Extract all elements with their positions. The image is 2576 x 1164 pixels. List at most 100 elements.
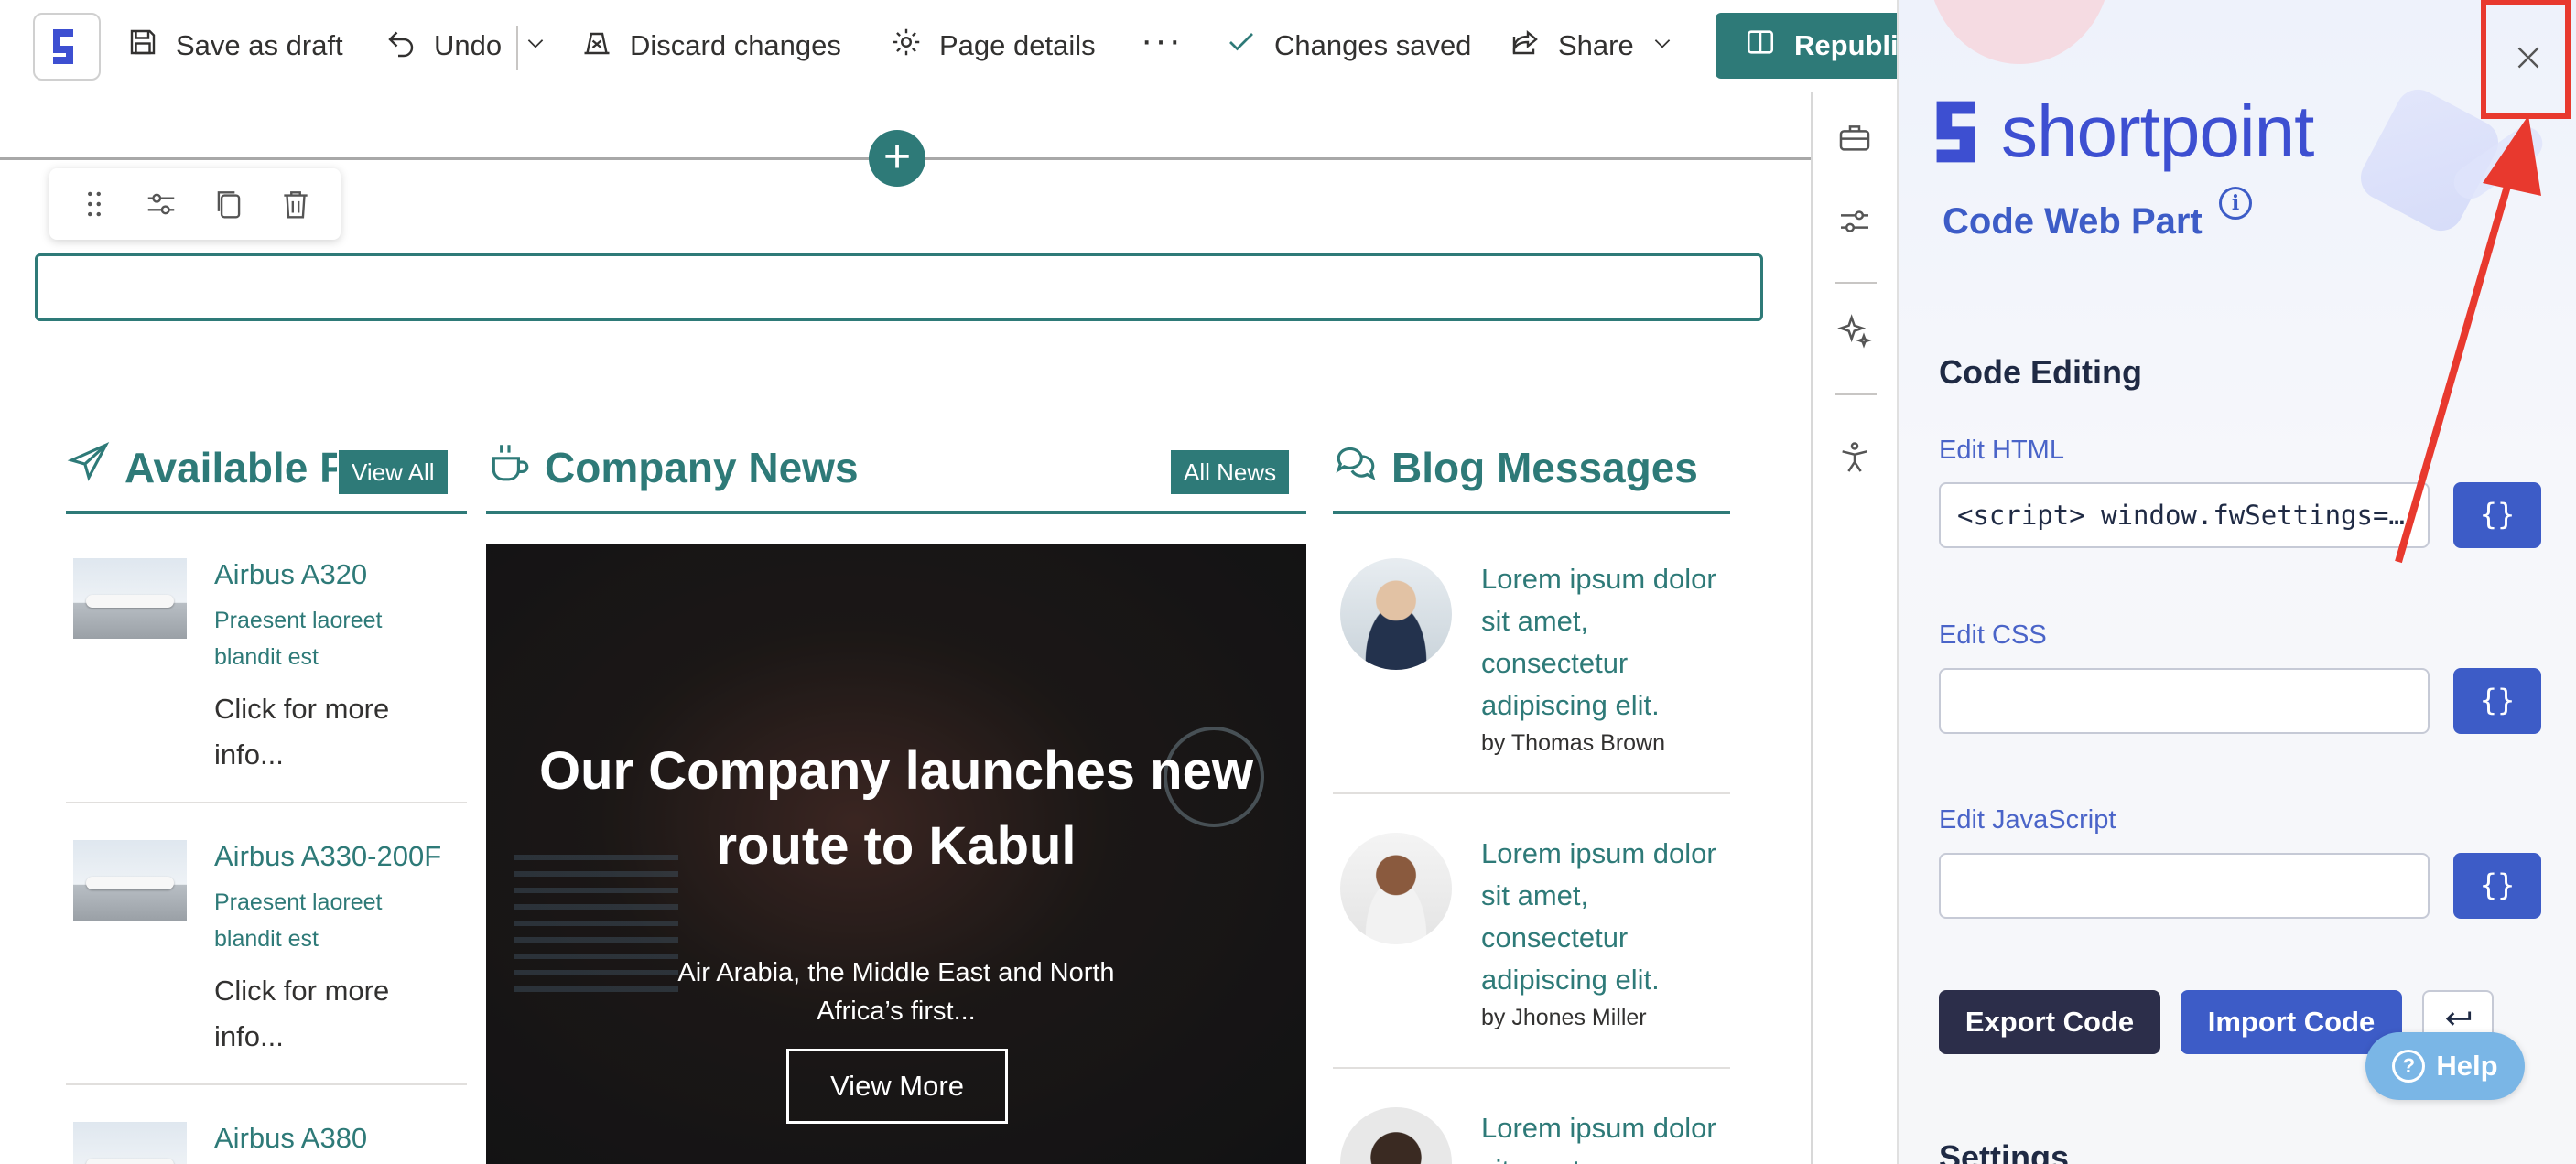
plane-subtitle: Praesent laoreet blandit est (214, 608, 383, 670)
blog-post-title[interactable]: Lorem ipsum dolor sit amet, consectetur … (1481, 833, 1730, 1001)
toolbar-divider (516, 26, 518, 70)
checkmark-icon (1225, 26, 1258, 66)
view-more-button[interactable]: View More (786, 1049, 1008, 1124)
app-logo-icon[interactable] (33, 13, 101, 81)
shortpoint-logo: shortpoint (1932, 91, 2314, 172)
brand-wordmark: shortpoint (2001, 91, 2314, 172)
news-header: Company News All News (486, 430, 1306, 514)
shortpoint-logo-icon (1936, 101, 1975, 163)
list-divider (1333, 792, 1730, 794)
edit-css-code-button[interactable]: {} (2453, 668, 2541, 734)
share-button[interactable]: Share (1509, 20, 1674, 71)
save-icon (126, 26, 159, 66)
list-divider (1333, 1067, 1730, 1069)
save-as-draft-button[interactable]: Save as draft (126, 20, 343, 71)
gear-icon (890, 26, 923, 66)
help-button[interactable]: ? Help (2365, 1032, 2525, 1100)
webpart-toolbar (49, 168, 341, 240)
copy-icon[interactable] (203, 178, 254, 230)
featured-news-subtitle: Air Arabia, the Middle East and North Af… (677, 958, 1115, 1026)
close-panel-button[interactable] (2481, 0, 2576, 119)
plane-image (73, 558, 187, 639)
info-icon[interactable]: i (2219, 187, 2252, 220)
sparkle-icon[interactable] (1835, 311, 1875, 351)
accessibility-icon[interactable] (1835, 437, 1875, 478)
avatar (1340, 558, 1452, 670)
rail-divider (1835, 282, 1877, 284)
chevron-down-icon (524, 29, 547, 62)
settings-sliders-icon[interactable] (135, 178, 187, 230)
airplane-icon (66, 439, 112, 495)
book-icon (1745, 27, 1776, 65)
drag-handle-icon[interactable] (69, 178, 120, 230)
blog-post-title[interactable]: Lorem ipsum dolor sit amet, consectetur … (1481, 558, 1730, 727)
plane-title[interactable]: Airbus A380 (214, 1122, 367, 1155)
edit-javascript-input[interactable] (1939, 853, 2430, 919)
featured-news-title: Our Company launches new route to Kabul (539, 741, 1253, 876)
changes-saved-status: Changes saved (1225, 20, 1471, 71)
command-bar: Save as draft Undo Discard changes Page … (0, 0, 1990, 92)
help-label: Help (2436, 1050, 2498, 1082)
settings-heading: Settings (1939, 1138, 2070, 1164)
blog-post-author: by Jhones Miller (1481, 1005, 1647, 1030)
page-details-button[interactable]: Page details (890, 20, 1096, 71)
avatar (1340, 833, 1452, 944)
plane-title[interactable]: Airbus A320 (214, 558, 367, 591)
coffee-cup-icon (486, 439, 532, 495)
changes-saved-label: Changes saved (1274, 29, 1472, 61)
more-options-button[interactable]: ··· (1141, 20, 1183, 71)
plane-more-link[interactable]: Click for more info... (214, 968, 416, 1060)
featured-news-card[interactable]: Our Company launches new route to Kabul … (486, 544, 1306, 1164)
save-as-draft-label: Save as draft (176, 29, 343, 61)
planes-title: Available Planes (66, 439, 337, 495)
plane-subtitle: Praesent laoreet blandit est (214, 889, 383, 952)
blog-title: Blog Messages (1333, 439, 1698, 495)
sliders-icon[interactable] (1835, 201, 1875, 242)
chevron-down-icon (1651, 29, 1674, 62)
share-icon (1509, 26, 1542, 66)
view-all-button[interactable]: View All (339, 450, 448, 494)
webpart-title: Code Web Part (1943, 201, 2203, 242)
export-code-button[interactable]: Export Code (1939, 990, 2160, 1054)
undo-icon (384, 26, 417, 66)
planes-title-text: Available Planes (124, 443, 337, 491)
plane-image (73, 840, 187, 921)
edit-html-label: Edit HTML (1939, 436, 2064, 465)
close-icon (2512, 41, 2545, 79)
edit-css-input[interactable] (1939, 668, 2430, 734)
plane-image (73, 1122, 187, 1164)
undo-label: Undo (434, 29, 503, 61)
edit-javascript-label: Edit JavaScript (1939, 805, 2116, 835)
news-title: Company News (486, 439, 859, 495)
toolbox-icon[interactable] (1835, 117, 1875, 157)
plane-more-link[interactable]: Click for more info... (214, 686, 416, 778)
blog-title-text: Blog Messages (1391, 443, 1698, 491)
edit-css-label: Edit CSS (1939, 620, 2047, 650)
list-divider (66, 802, 467, 803)
chat-bubbles-icon (1333, 439, 1379, 495)
import-code-button[interactable]: Import Code (2181, 990, 2402, 1054)
page-details-label: Page details (939, 29, 1096, 61)
selected-code-webpart[interactable] (35, 253, 1763, 321)
list-divider (66, 1083, 467, 1085)
all-news-button[interactable]: All News (1171, 450, 1290, 494)
undo-dropdown-button[interactable] (524, 20, 547, 71)
share-label: Share (1558, 29, 1634, 61)
blog-header: Blog Messages (1333, 430, 1730, 514)
edit-html-code-button[interactable]: {} (2453, 482, 2541, 548)
trash-icon[interactable] (270, 178, 321, 230)
planes-header: Available Planes View All (66, 430, 467, 514)
add-section-button[interactable]: + (869, 130, 925, 187)
edit-javascript-code-button[interactable]: {} (2453, 853, 2541, 919)
blog-post-title[interactable]: Lorem ipsum dolor sit amet (1481, 1107, 1730, 1164)
edit-html-input[interactable]: <script> window.fwSettings={... (1939, 482, 2430, 548)
question-mark-icon: ? (2392, 1050, 2426, 1083)
blog-post-author: by Thomas Brown (1481, 730, 1666, 756)
news-title-text: Company News (545, 443, 859, 491)
discard-changes-button[interactable]: Discard changes (580, 20, 841, 71)
decorative-shape (1928, 0, 2111, 64)
discard-changes-label: Discard changes (630, 29, 841, 61)
undo-button[interactable]: Undo (384, 20, 502, 71)
avatar (1340, 1107, 1452, 1164)
plane-title[interactable]: Airbus A330-200F (214, 840, 441, 873)
